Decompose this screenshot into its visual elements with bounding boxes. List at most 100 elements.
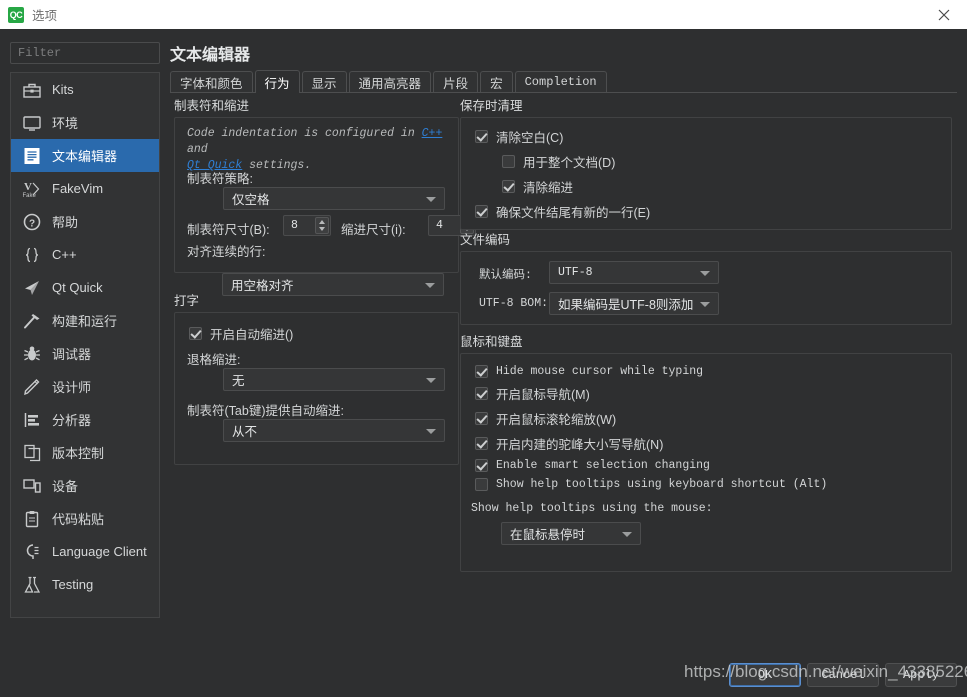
tab-size-spinbox[interactable]: 8 [283,215,331,236]
cleanup-checkbox-1[interactable]: 用于整个文档(D) [502,152,951,171]
sidebar-item-11[interactable]: 版本控制 [11,436,159,469]
sidebar-item-3[interactable]: V Fake FakeVim [11,172,159,205]
filter-input[interactable]: Filter [10,42,160,64]
category-list[interactable]: Kits 环境文本编辑器 V Fake FakeVim? 帮助 C++ Qt Quick 构建和… [10,72,160,618]
sidebar-item-8[interactable]: 调试器 [11,337,159,370]
options-dialog: QC 选项 Filter Kits 环境 文本编辑器 V Fake FakeVim? 帮助 C… [0,0,967,697]
backspace-indent-label: 退格缩进: [187,353,241,367]
group-frame-mouse-keyboard: Hide mouse cursor while typing 开启鼠标导航(M) 开… [460,353,952,572]
tab-key-indent-value: 从不 [232,425,258,439]
close-window-button[interactable] [921,0,967,29]
checkbox-indicator [475,365,488,378]
sidebar-item-label: 设计师 [52,380,92,395]
bug-icon [21,343,43,365]
mouse-keyboard-checkbox-label: Show help tooltips using keyboard shortc… [496,478,828,491]
mouse-keyboard-checkbox-4[interactable]: Enable smart selection changing [475,459,951,472]
auto-indent-checkbox[interactable]: 开启自动缩进() [189,324,293,343]
help-question-icon: ? [21,211,43,233]
tab-5[interactable]: 宏 [480,71,513,92]
tab-1[interactable]: 行为 [254,70,300,93]
hint-mid: and [187,143,208,156]
checkbox-indicator [475,459,488,472]
qt-creator-logo-icon: QC [8,6,24,23]
sidebar-item-13[interactable]: 代码粘贴 [11,502,159,535]
group-title-mouse-keyboard: 鼠标和键盘 [460,335,523,349]
sidebar-item-9[interactable]: 设计师 [11,370,159,403]
window-title: 选项 [32,9,58,23]
mouse-keyboard-checkbox-3[interactable]: 开启内建的驼峰大小写导航(N) [475,434,951,453]
tab-6[interactable]: Completion [514,71,607,92]
indent-size-label: 缩进尺寸(i): [341,223,406,237]
utf8-bom-label: UTF-8 BOM: [479,297,549,310]
backspace-indent-combobox[interactable]: 无 [223,368,445,391]
utf8-bom-combobox[interactable]: 如果编码是UTF-8则添加 [549,292,719,315]
sidebar-item-label: 帮助 [52,215,79,230]
tab-2[interactable]: 显示 [301,71,347,92]
tab-4[interactable]: 片段 [433,71,479,92]
tab-key-indent-combobox[interactable]: 从不 [223,419,445,442]
tab-label: 显示 [311,76,337,91]
sidebar-item-label: Qt Quick [52,280,103,295]
sidebar-item-1[interactable]: 环境 [11,106,159,139]
sidebar-item-14[interactable]: Language Client [11,535,159,568]
group-cleanup-on-save: 保存时清理 清除空白(C) 用于整个文档(D) 清除缩进确保文件结尾有新的一行(E) [460,95,952,230]
checkbox-indicator [189,327,202,340]
tab-size-stepper[interactable] [315,217,329,234]
ok-button[interactable]: OK [729,663,801,687]
sidebar-item-4[interactable]: ? 帮助 [11,205,159,238]
tooltip-mouse-combobox[interactable]: 在鼠标悬停时 [501,522,641,545]
sidebar-item-10[interactable]: 分析器 [11,403,159,436]
tab-bar[interactable]: 字体和颜色 行为 显示 通用高亮器 片段 宏 Completion [170,70,957,93]
cleanup-checkbox-label: 清除空白(C) [496,131,564,145]
sidebar-item-label: C++ [52,247,77,262]
checkbox-indicator [475,437,488,450]
tab-policy-value: 仅空格 [232,193,270,207]
sidebar-item-0[interactable]: Kits [11,73,159,106]
group-frame-typing: 开启自动缩进() 退格缩进: 无 制表符(Tab键)提供自动缩进: 从不 [174,312,459,465]
mouse-keyboard-checkbox-5[interactable]: Show help tooltips using keyboard shortc… [475,478,951,491]
mouse-keyboard-checkbox-2[interactable]: 开启鼠标滚轮缩放(W) [475,409,951,428]
align-continuation-label: 对齐连续的行: [187,245,266,259]
monitor-icon [21,112,43,134]
sidebar-item-15[interactable]: Testing [11,568,159,601]
cleanup-checkbox-2[interactable]: 清除缩进 [502,177,951,196]
cleanup-checkbox-3[interactable]: 确保文件结尾有新的一行(E) [475,202,951,221]
apply-button[interactable]: Apply [885,663,957,687]
hint-prefix: Code indentation is configured in [187,127,422,140]
mouse-keyboard-checkbox-1[interactable]: 开启鼠标导航(M) [475,384,951,403]
mouse-keyboard-checkbox-label: 开启鼠标导航(M) [496,388,590,402]
cleanup-checkbox-0[interactable]: 清除空白(C) [475,127,951,146]
plug-icon [21,541,43,563]
tab-policy-label: 制表符策略: [187,172,253,186]
group-frame-encoding: 默认编码: UTF-8 UTF-8 BOM: 如果编码是UTF-8则添加 [460,251,952,325]
chevron-down-icon [426,428,436,434]
sidebar-item-5[interactable]: C++ [11,238,159,271]
group-title-cleanup: 保存时清理 [460,99,523,113]
sidebar-item-label: 版本控制 [52,446,105,461]
tab-label: 字体和颜色 [180,76,243,91]
cleanup-checkbox-label: 用于整个文档(D) [523,156,616,170]
kits-icon [21,79,43,101]
mouse-keyboard-checkbox-0[interactable]: Hide mouse cursor while typing [475,365,951,378]
page-title: 文本编辑器 [170,47,251,64]
mouse-keyboard-checkbox-label: Enable smart selection changing [496,459,710,472]
tab-policy-combobox[interactable]: 仅空格 [223,187,445,210]
sidebar-item-7[interactable]: 构建和运行 [11,304,159,337]
mouse-keyboard-checkbox-list: Hide mouse cursor while typing 开启鼠标导航(M) 开… [461,354,951,491]
sidebar-item-12[interactable]: 设备 [11,469,159,502]
mouse-keyboard-checkbox-label: Hide mouse cursor while typing [496,365,704,378]
pencil-icon [21,376,43,398]
chevron-down-icon [700,270,710,276]
sidebar-item-6[interactable]: Qt Quick [11,271,159,304]
tab-3[interactable]: 通用高亮器 [348,71,432,92]
sidebar-item-2[interactable]: 文本编辑器 [11,139,159,172]
sidebar-item-label: 环境 [52,116,79,131]
cpp-settings-link[interactable]: C++ [422,127,443,140]
indent-size-value: 4 [436,219,443,232]
tab-0[interactable]: 字体和颜色 [170,71,253,92]
default-encoding-combobox[interactable]: UTF-8 [549,261,719,284]
checkbox-indicator [475,412,488,425]
title-bar: QC 选项 [0,0,967,29]
default-encoding-label: 默认编码: [479,269,532,282]
cancel-button[interactable]: Cancel [807,663,879,687]
